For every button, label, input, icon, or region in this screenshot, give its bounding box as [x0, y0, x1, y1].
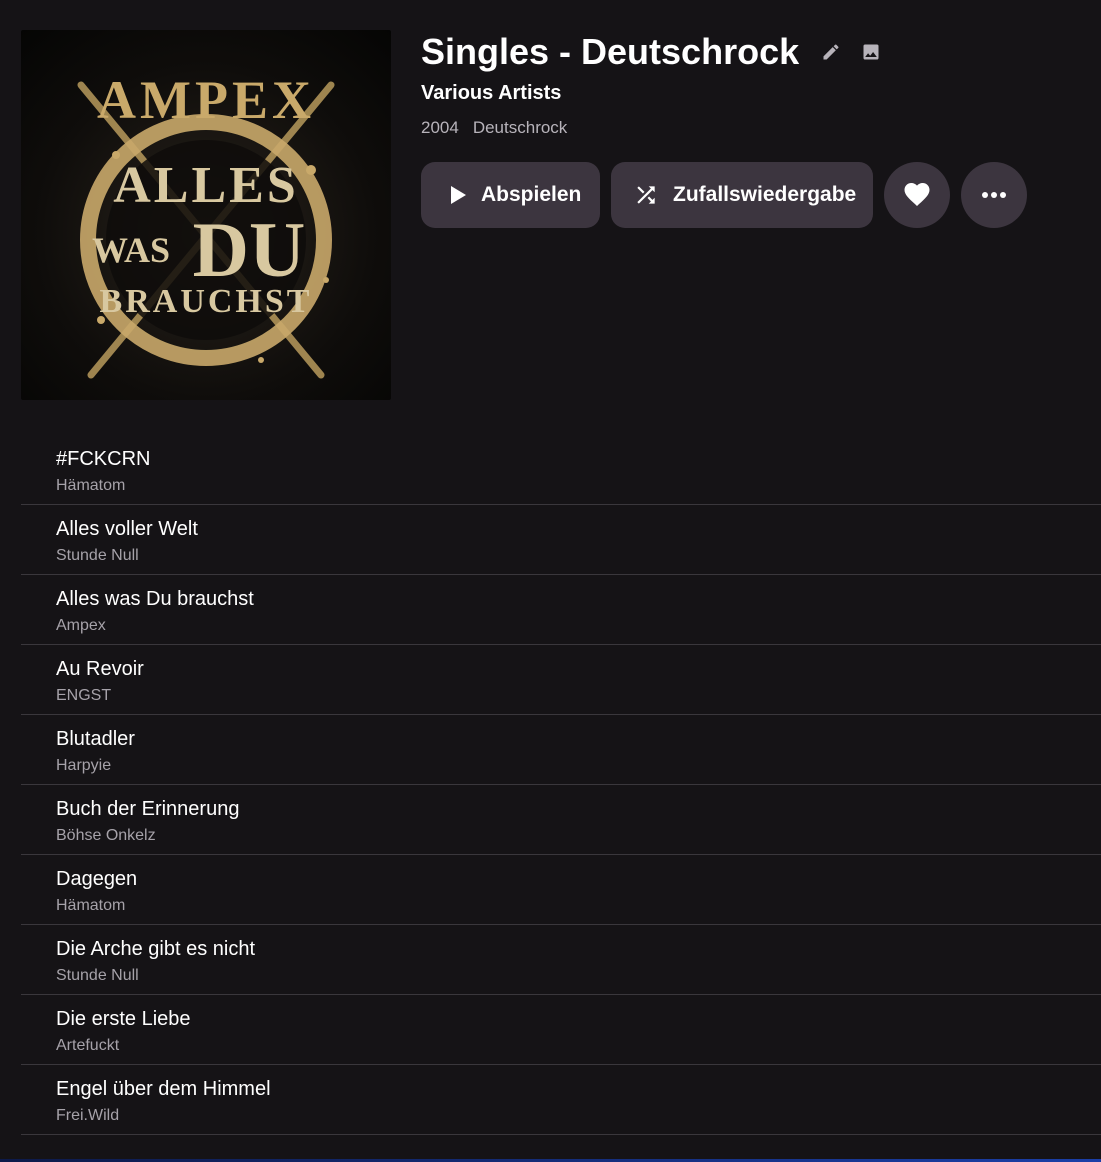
track-list: #FCKCRN Hämatom Alles voller Welt Stunde…	[21, 435, 1101, 1135]
track-row[interactable]: Buch der Erinnerung Böhse Onkelz	[21, 785, 1101, 855]
track-row[interactable]: Die erste Liebe Artefuckt	[21, 995, 1101, 1065]
track-title: Die Arche gibt es nicht	[56, 938, 255, 960]
album-genre[interactable]: Deutschrock	[473, 118, 567, 137]
play-button-label: Abspielen	[481, 183, 582, 206]
album-artist[interactable]: Various Artists	[421, 80, 1081, 106]
track-artist[interactable]: Ampex	[56, 616, 1101, 636]
track-title: Au Revoir	[56, 658, 144, 680]
track-title: Alles was Du brauchst	[56, 588, 254, 610]
track-title: Engel über dem Himmel	[56, 1078, 271, 1100]
track-row[interactable]: Die Arche gibt es nicht Stunde Null	[21, 925, 1101, 995]
album-cover[interactable]: AMPEX ALLES WAS DU BRAUCHST	[21, 30, 391, 400]
cover-line2-big-text: DU	[193, 206, 306, 293]
track-row[interactable]: Blutadler Harpyie	[21, 715, 1101, 785]
track-row[interactable]: #FCKCRN Hämatom	[21, 435, 1101, 505]
title-row: Singles - Deutschrock	[421, 30, 1081, 74]
track-title: Die erste Liebe	[56, 1008, 191, 1030]
track-row[interactable]: Alles was Du brauchst Ampex	[21, 575, 1101, 645]
track-title: Buch der Erinnerung	[56, 798, 240, 820]
more-options-button[interactable]	[961, 162, 1027, 228]
image-icon[interactable]	[859, 40, 883, 64]
track-artist[interactable]: Stunde Null	[56, 546, 1101, 566]
track-title: Blutadler	[56, 728, 135, 750]
cover-line2-small-text: WAS	[92, 230, 170, 270]
track-artist[interactable]: Stunde Null	[56, 966, 1101, 986]
album-cover-art: AMPEX ALLES WAS DU BRAUCHST	[77, 70, 335, 379]
album-meta: 2004 Deutschrock	[421, 117, 1081, 139]
shuffle-icon	[633, 182, 659, 208]
play-button[interactable]: Abspielen	[421, 162, 600, 228]
more-horizontal-icon	[981, 186, 1007, 204]
track-artist[interactable]: ENGST	[56, 686, 1101, 706]
shuffle-button[interactable]: Zufallswiedergabe	[611, 162, 873, 228]
cover-band-text: AMPEX	[97, 70, 315, 130]
album-page: AMPEX ALLES WAS DU BRAUCHST Singles - De…	[0, 0, 1101, 1162]
track-title: Alles voller Welt	[56, 518, 198, 540]
track-artist[interactable]: Artefuckt	[56, 1036, 1101, 1056]
track-row[interactable]: Au Revoir ENGST	[21, 645, 1101, 715]
like-button[interactable]	[884, 162, 950, 228]
album-header: Singles - Deutschrock Various Artists 20…	[421, 30, 1081, 228]
track-row[interactable]: Dagegen Hämatom	[21, 855, 1101, 925]
track-title: Dagegen	[56, 868, 138, 890]
track-artist[interactable]: Hämatom	[56, 896, 1101, 916]
track-row[interactable]: Engel über dem Himmel Frei.Wild	[21, 1065, 1101, 1135]
track-row[interactable]: Alles voller Welt Stunde Null	[21, 505, 1101, 575]
cover-line3-text: BRAUCHST	[100, 283, 313, 320]
track-title: #FCKCRN	[56, 448, 151, 470]
play-icon	[449, 185, 467, 205]
track-artist[interactable]: Böhse Onkelz	[56, 826, 1101, 846]
album-actions: Abspielen Zufallswiedergabe	[421, 162, 1081, 228]
track-artist[interactable]: Harpyie	[56, 756, 1101, 776]
shuffle-button-label: Zufallswiedergabe	[673, 183, 857, 206]
track-artist[interactable]: Hämatom	[56, 476, 1101, 496]
track-artist[interactable]: Frei.Wild	[56, 1106, 1101, 1126]
album-title: Singles - Deutschrock	[421, 31, 800, 72]
heart-icon	[902, 179, 932, 212]
album-year: 2004	[421, 118, 459, 137]
pencil-icon[interactable]	[819, 40, 843, 64]
